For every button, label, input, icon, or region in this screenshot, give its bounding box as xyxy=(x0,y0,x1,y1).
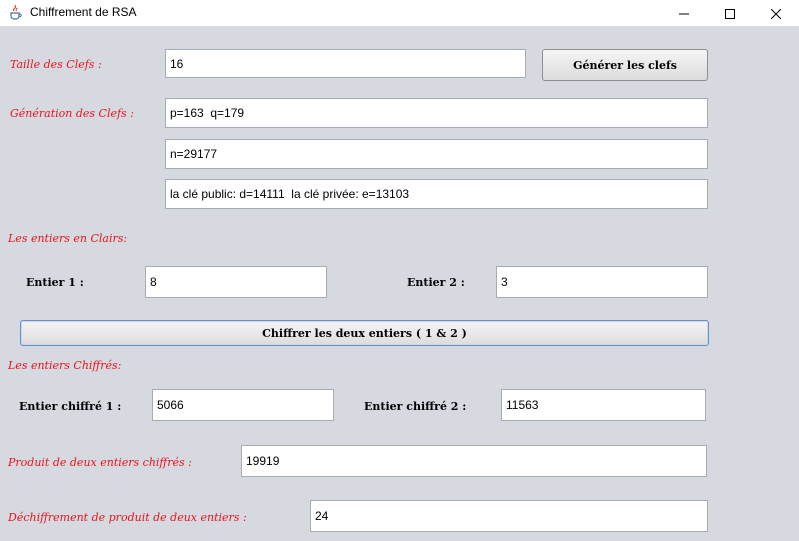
cipher-section-label: Les entiers Chiffrés: xyxy=(8,359,122,372)
close-button[interactable] xyxy=(753,0,799,26)
plain-section-label: Les entiers en Clairs: xyxy=(8,232,128,245)
key-size-input[interactable] xyxy=(165,49,526,78)
entier1-label: Entier 1 : xyxy=(26,276,84,289)
decrypt-field[interactable] xyxy=(310,500,708,532)
window-title: Chiffrement de RSA xyxy=(30,5,137,19)
cipher1-label: Entier chiffré 1 : xyxy=(19,400,122,413)
keys-field[interactable] xyxy=(165,179,708,209)
entier2-label: Entier 2 : xyxy=(407,276,465,289)
maximize-icon xyxy=(725,4,735,23)
decrypt-label: Déchiffrement de produit de deux entiers… xyxy=(8,511,247,524)
maximize-button[interactable] xyxy=(707,0,753,26)
encrypt-button[interactable]: Chiffrer les deux entiers ( 1 & 2 ) xyxy=(20,320,709,346)
product-label: Produit de deux entiers chiffrés : xyxy=(8,456,192,469)
generate-keys-button[interactable]: Générer les clefs xyxy=(542,49,708,81)
cipher1-field[interactable] xyxy=(152,389,334,421)
entier2-input[interactable] xyxy=(496,266,708,298)
java-cup-icon xyxy=(8,4,23,20)
rsa-window: Chiffrement de RSA Taille des Clefs : Gé… xyxy=(0,0,799,541)
title-bar: Chiffrement de RSA xyxy=(0,0,799,26)
key-size-label: Taille des Clefs : xyxy=(10,58,102,71)
cipher2-label: Entier chiffré 2 : xyxy=(364,400,467,413)
cipher2-field[interactable] xyxy=(501,389,706,421)
product-field[interactable] xyxy=(241,445,707,477)
pq-field[interactable] xyxy=(165,98,708,128)
n-field[interactable] xyxy=(165,139,708,169)
minimize-button[interactable] xyxy=(661,0,707,26)
key-generation-label: Génération des Clefs : xyxy=(10,107,134,120)
minimize-icon xyxy=(679,4,689,23)
close-icon xyxy=(770,4,782,23)
entier1-input[interactable] xyxy=(145,266,327,298)
